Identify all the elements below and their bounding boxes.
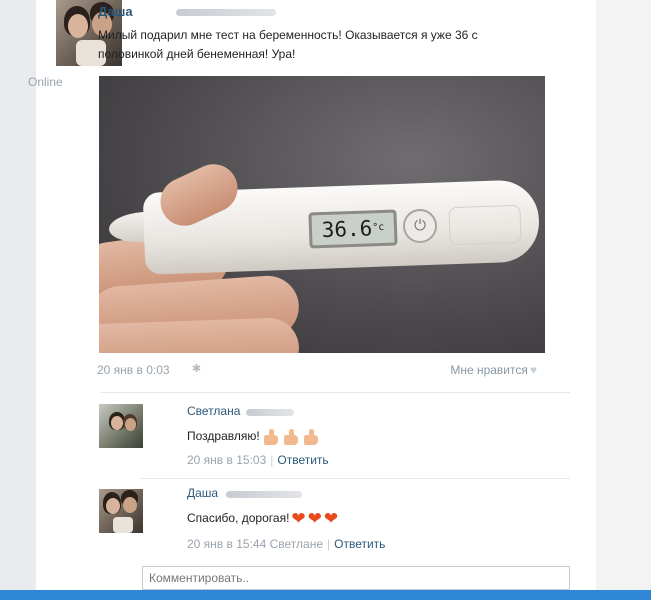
post-photo[interactable]: 36.6°c ⏻ xyxy=(99,76,545,353)
comment-meta: 20 янв в 15:03 | Ответить xyxy=(187,453,329,467)
comment-date[interactable]: 20 янв в 15:03 xyxy=(187,453,266,467)
android-icon: ✱ xyxy=(192,363,202,375)
post-author-name[interactable]: Даша xyxy=(98,4,133,19)
divider xyxy=(100,392,570,393)
thermometer-display: 36.6°c xyxy=(308,209,398,249)
heart-emoji-icon: ❤ xyxy=(307,509,322,528)
like-button[interactable]: Мне нравится ♥ xyxy=(450,363,537,377)
comment-date[interactable]: 20 янв в 15:44 xyxy=(187,537,266,551)
thermometer-groove xyxy=(448,204,522,246)
thumbs-up-icon xyxy=(282,429,300,445)
redacted-surname xyxy=(176,9,276,16)
comment-input[interactable]: Комментировать.. xyxy=(142,566,570,590)
power-icon: ⏻ xyxy=(403,209,437,243)
right-margin xyxy=(596,0,651,600)
separator: | xyxy=(327,537,331,551)
reply-to-name[interactable]: Светлане xyxy=(270,537,323,551)
redacted-surname xyxy=(246,409,294,416)
heart-icon: ♥ xyxy=(529,363,537,377)
comment-avatar[interactable] xyxy=(99,489,143,533)
reply-button[interactable]: Ответить xyxy=(277,453,328,467)
bottom-accent-bar xyxy=(0,590,651,600)
divider xyxy=(140,478,570,479)
comment-text: Поздравляю! xyxy=(187,429,320,445)
thumbs-up-icon xyxy=(302,429,320,445)
post-meta: 20 янв в 0:03 ✱ Мне нравится ♥ xyxy=(97,363,547,379)
post-text: Милый подарил мне тест на беременность! … xyxy=(98,28,478,61)
comment-author-name[interactable]: Даша xyxy=(187,486,218,500)
post-date[interactable]: 20 янв в 0:03 xyxy=(97,363,170,377)
comment-body: Поздравляю! xyxy=(187,429,260,444)
online-status: Online xyxy=(28,75,63,89)
separator: | xyxy=(270,453,274,467)
comment-author-name[interactable]: Светлана xyxy=(187,404,240,418)
heart-emoji-icon: ❤ xyxy=(291,509,306,528)
comment-avatar[interactable] xyxy=(99,404,143,448)
like-label: Мне нравится xyxy=(450,363,528,377)
comment-meta: 20 янв в 15:44 Светлане | Ответить xyxy=(187,537,385,551)
comment-text: Спасибо, дорогая! ❤ ❤ ❤ xyxy=(187,509,339,528)
thumbs-up-icon xyxy=(262,429,280,445)
heart-emoji-icon: ❤ xyxy=(323,509,339,528)
redacted-surname xyxy=(226,491,302,498)
comment-body: Спасибо, дорогая! xyxy=(187,511,290,526)
reply-button[interactable]: Ответить xyxy=(334,537,385,551)
